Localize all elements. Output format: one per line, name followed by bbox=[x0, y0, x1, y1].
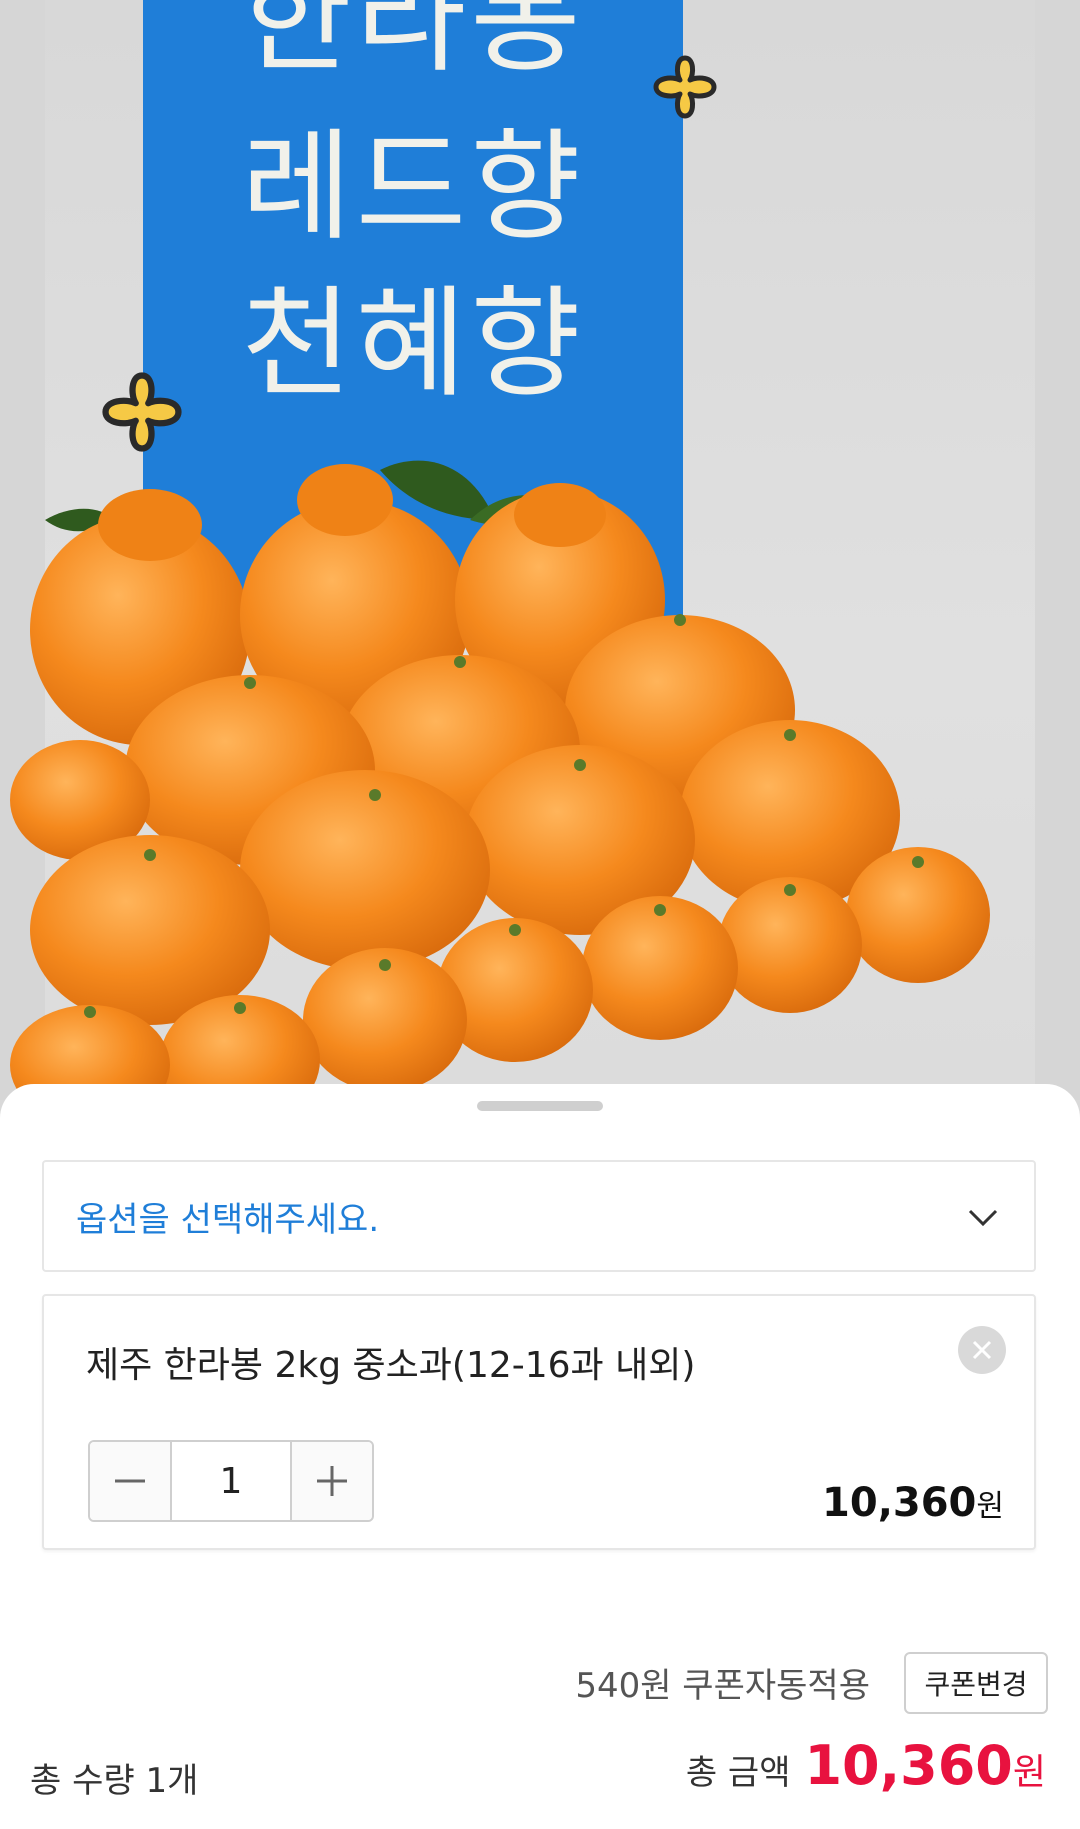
option-price-currency: 원 bbox=[976, 1489, 1004, 1524]
quantity-value[interactable]: 1 bbox=[170, 1442, 292, 1520]
option-select-dropdown[interactable]: 옵션을 선택해주세요. bbox=[42, 1160, 1036, 1272]
option-placeholder: 옵션을 선택해주세요. bbox=[76, 1199, 380, 1240]
plus-icon bbox=[317, 1466, 347, 1496]
total-amount: 총 금액 10,360원 bbox=[686, 1734, 1046, 1797]
option-price-value: 10,360 bbox=[822, 1480, 977, 1526]
selected-option-item: 제주 한라봉 2kg 중소과(12-16과 내외) 1 10,360원 bbox=[42, 1294, 1036, 1550]
total-amount-value: 10,360 bbox=[804, 1734, 1013, 1797]
close-icon bbox=[972, 1340, 992, 1360]
minus-icon bbox=[115, 1479, 145, 1483]
selected-option-name: 제주 한라봉 2kg 중소과(12-16과 내외) bbox=[86, 1345, 696, 1386]
total-quantity: 총 수량 1개 bbox=[30, 1761, 199, 1801]
product-image: 한라봉 레드향 천혜향 bbox=[0, 0, 1080, 1100]
total-amount-label: 총 금액 bbox=[685, 1753, 791, 1793]
chevron-down-icon bbox=[968, 1209, 998, 1227]
total-amount-currency: 원 bbox=[1012, 1752, 1046, 1793]
quantity-stepper: 1 bbox=[88, 1440, 374, 1522]
option-price: 10,360원 bbox=[822, 1480, 1004, 1526]
coupon-applied-text: 540원 쿠폰자동적용 bbox=[575, 1666, 870, 1706]
citrus-fruits-illustration bbox=[10, 460, 990, 1100]
increase-quantity-button[interactable] bbox=[292, 1442, 372, 1520]
decrease-quantity-button[interactable] bbox=[90, 1442, 170, 1520]
purchase-bottom-sheet: 옵션을 선택해주세요. 제주 한라봉 2kg 중소과(12-16과 내외) 1 bbox=[0, 1084, 1080, 1829]
remove-option-button[interactable] bbox=[958, 1326, 1006, 1374]
change-coupon-button[interactable]: 쿠폰변경 bbox=[904, 1652, 1048, 1714]
sheet-drag-handle[interactable] bbox=[477, 1101, 603, 1111]
